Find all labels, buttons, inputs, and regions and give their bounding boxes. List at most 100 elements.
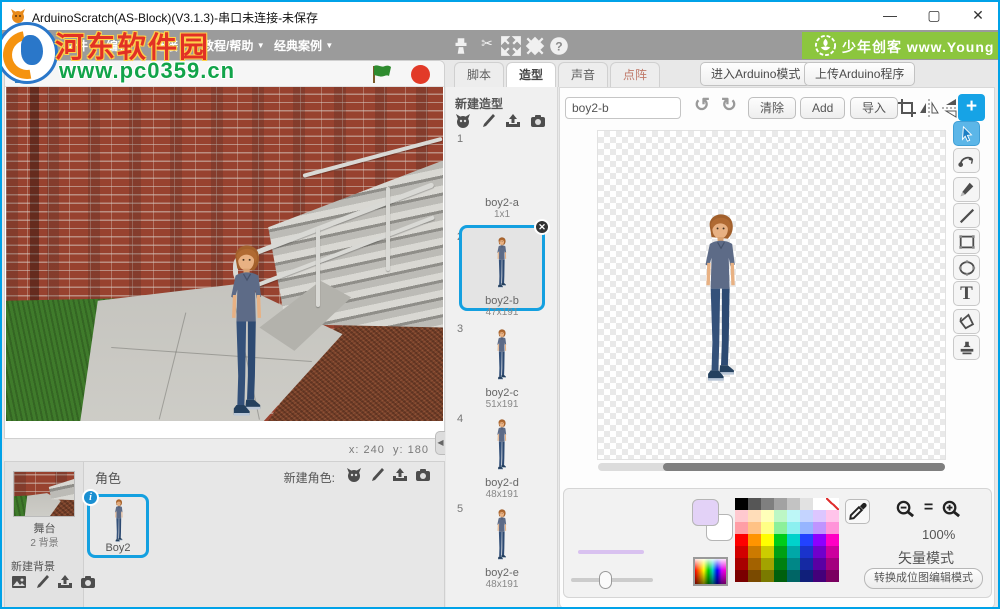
palette-color-swatch[interactable]: [748, 534, 761, 546]
palette-color-swatch[interactable]: [826, 510, 839, 522]
costume-name-input[interactable]: [565, 97, 681, 119]
costume-library-icon[interactable]: [455, 113, 471, 129]
palette-color-swatch[interactable]: [761, 558, 774, 570]
rectangle-tool[interactable]: [953, 229, 980, 254]
close-button[interactable]: ✕: [958, 2, 998, 30]
palette-color-swatch[interactable]: [735, 498, 748, 510]
camera-backdrop-icon[interactable]: [80, 574, 96, 590]
palette-color-swatch[interactable]: [735, 510, 748, 522]
shrink-icon[interactable]: [524, 35, 546, 55]
select-tool[interactable]: [953, 121, 980, 146]
green-flag-icon[interactable]: [370, 64, 392, 84]
palette-color-swatch[interactable]: [787, 510, 800, 522]
duplicate-stamp-tool[interactable]: [953, 335, 980, 360]
grow-icon[interactable]: [500, 35, 522, 55]
upload-arduino-button[interactable]: 上传Arduino程序: [804, 62, 915, 86]
palette-color-swatch[interactable]: [774, 534, 787, 546]
palette-color-swatch[interactable]: [735, 522, 748, 534]
palette-color-swatch[interactable]: [761, 546, 774, 558]
palette-color-swatch[interactable]: [774, 558, 787, 570]
palette-color-swatch[interactable]: [813, 570, 826, 582]
import-button[interactable]: 导入: [850, 97, 898, 119]
upload-backdrop-icon[interactable]: [57, 574, 73, 590]
slider-handle[interactable]: [599, 571, 612, 589]
camera-costume-icon[interactable]: [530, 113, 546, 129]
palette-color-swatch[interactable]: [813, 498, 826, 510]
paint-costume-icon[interactable]: [480, 113, 496, 129]
palette-color-swatch[interactable]: [826, 534, 839, 546]
paint-canvas[interactable]: [597, 130, 946, 460]
ellipse-tool[interactable]: [953, 255, 980, 280]
palette-color-swatch[interactable]: [813, 558, 826, 570]
paint-sprite-icon[interactable]: [369, 467, 385, 483]
sprite-info-icon[interactable]: i: [82, 489, 99, 506]
palette-color-swatch[interactable]: [800, 546, 813, 558]
palette-color-swatch[interactable]: [735, 546, 748, 558]
maximize-button[interactable]: ▢: [914, 2, 954, 30]
zoom-reset-icon[interactable]: =: [918, 499, 939, 518]
clear-button[interactable]: 清除: [748, 97, 796, 119]
palette-color-swatch[interactable]: [813, 534, 826, 546]
costume-on-canvas[interactable]: [698, 213, 744, 385]
palette-color-swatch[interactable]: [826, 498, 839, 510]
menu-examples[interactable]: 经典案例 ▼: [274, 37, 333, 54]
delete-costume-icon[interactable]: ✕: [534, 219, 550, 235]
pencil-tool[interactable]: [953, 177, 980, 202]
sprite-boy2-on-stage[interactable]: [224, 244, 270, 420]
camera-sprite-icon[interactable]: [415, 467, 431, 483]
stage-thumbnail[interactable]: [13, 471, 75, 517]
zoom-out-icon[interactable]: [895, 499, 916, 518]
palette-color-swatch[interactable]: [748, 570, 761, 582]
palette-color-swatch[interactable]: [813, 522, 826, 534]
zoom-in-icon[interactable]: [941, 499, 962, 518]
palette-color-swatch[interactable]: [787, 522, 800, 534]
palette-color-swatch[interactable]: [826, 570, 839, 582]
menu-help[interactable]: 教程/帮助 ▼: [202, 37, 265, 54]
palette-color-swatch[interactable]: [748, 546, 761, 558]
enter-arduino-mode-button[interactable]: 进入Arduino模式: [700, 62, 811, 86]
hscrollbar-thumb[interactable]: [663, 463, 945, 471]
palette-color-swatch[interactable]: [748, 498, 761, 510]
add-button[interactable]: Add: [800, 97, 845, 119]
palette-color-swatch[interactable]: [813, 510, 826, 522]
palette-color-swatch[interactable]: [826, 522, 839, 534]
palette-color-swatch[interactable]: [735, 558, 748, 570]
palette-color-swatch[interactable]: [774, 498, 787, 510]
palette-color-swatch[interactable]: [735, 570, 748, 582]
sprite-card-boy2[interactable]: i Boy2: [87, 494, 149, 558]
palette-color-swatch[interactable]: [761, 570, 774, 582]
stop-button[interactable]: [411, 65, 430, 84]
convert-to-bitmap-button[interactable]: 转换成位图编辑模式: [864, 568, 983, 589]
palette-color-swatch[interactable]: [787, 570, 800, 582]
palette-color-swatch[interactable]: [826, 546, 839, 558]
paint-backdrop-icon[interactable]: [34, 574, 50, 590]
redo-icon[interactable]: ↻: [717, 94, 741, 118]
fill-color-tool[interactable]: [953, 309, 980, 334]
palette-color-swatch[interactable]: [774, 546, 787, 558]
palette-color-swatch[interactable]: [761, 522, 774, 534]
help-icon[interactable]: ?: [548, 35, 570, 55]
palette-color-swatch[interactable]: [748, 510, 761, 522]
palette-color-swatch[interactable]: [735, 534, 748, 546]
tab-scripts[interactable]: 脚本: [454, 62, 504, 87]
line-tool[interactable]: [953, 203, 980, 228]
text-tool[interactable]: T: [953, 281, 980, 306]
menu-file[interactable]: 文件 ▼: [64, 37, 99, 54]
undo-icon[interactable]: ↺: [690, 94, 714, 118]
stage-canvas[interactable]: [6, 87, 443, 421]
stroke-width-slider[interactable]: [571, 578, 653, 582]
flip-horizontal-icon[interactable]: [918, 97, 940, 119]
backdrop-library-icon[interactable]: [11, 574, 27, 590]
color-palette[interactable]: [735, 498, 839, 582]
tab-dotmatrix[interactable]: 点阵: [610, 62, 660, 87]
palette-color-swatch[interactable]: [813, 546, 826, 558]
menu-connect[interactable]: 连接 ▼: [154, 37, 189, 54]
duplicate-icon[interactable]: [450, 35, 472, 55]
fullscreen-icon[interactable]: [14, 64, 36, 84]
palette-color-swatch[interactable]: [800, 570, 813, 582]
palette-color-swatch[interactable]: [800, 522, 813, 534]
palette-color-swatch[interactable]: [748, 522, 761, 534]
palette-color-swatch[interactable]: [800, 534, 813, 546]
palette-color-swatch[interactable]: [787, 534, 800, 546]
palette-color-swatch[interactable]: [774, 510, 787, 522]
